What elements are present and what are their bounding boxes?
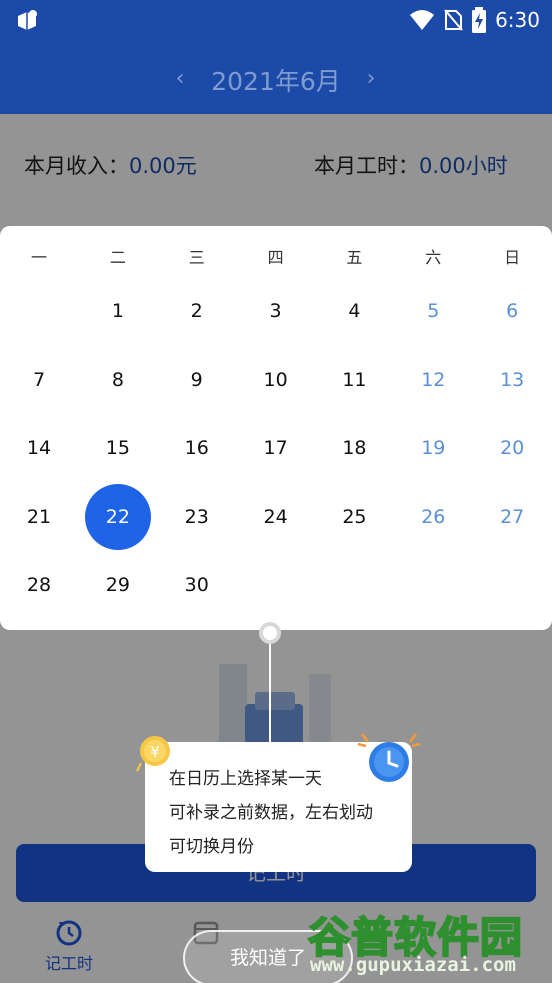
calendar-day-selected[interactable]: 22 [79, 502, 157, 532]
calendar-day[interactable]: 15 [79, 433, 157, 463]
calendar-day[interactable]: 3 [237, 296, 315, 326]
calendar-day[interactable]: 24 [237, 502, 315, 532]
calendar-day[interactable]: 7 [0, 365, 78, 395]
calendar-day[interactable]: 25 [315, 502, 393, 532]
svg-text:¥: ¥ [150, 743, 160, 761]
calendar-day[interactable]: 20 [473, 433, 551, 463]
system-icons: 6:30 [409, 6, 540, 34]
weekday-label: 二 [109, 248, 126, 267]
calendar-day[interactable]: 10 [237, 365, 315, 395]
calendar-day[interactable]: 6 [473, 296, 551, 326]
wifi-icon [410, 10, 435, 30]
weekday-label: 日 [504, 248, 521, 267]
weekday-label: 一 [30, 248, 47, 267]
calendar-day[interactable]: 14 [0, 433, 78, 463]
next-month-icon[interactable]: › [359, 66, 383, 91]
calendar-day[interactable]: 17 [237, 433, 315, 463]
calendar-day[interactable]: 1 [79, 296, 157, 326]
calendar-day[interactable]: 9 [158, 365, 236, 395]
watermark: 谷普软件园 www.gupuxiazai.com [300, 896, 552, 983]
calendar-day[interactable]: 5 [394, 296, 472, 326]
calendar-day[interactable]: 8 [79, 365, 157, 395]
calendar-day[interactable]: 13 [473, 365, 551, 395]
status-time: 6:30 [495, 8, 540, 32]
month-header: ‹ 2021年6月 › [0, 40, 552, 114]
calendar-day[interactable]: 18 [315, 433, 393, 463]
calendar-day[interactable]: 23 [158, 502, 236, 532]
calendar-day[interactable]: 19 [394, 433, 472, 463]
calendar-day[interactable]: 28 [0, 570, 78, 600]
calendar-day[interactable]: 21 [0, 502, 78, 532]
weekday-header: 一二三四五六日 [0, 244, 552, 268]
guide-connector-dot [259, 622, 281, 644]
calendar-day[interactable]: 30 [158, 570, 236, 600]
no-sim-icon [444, 9, 463, 31]
calendar-card: 一二三四五六日 1 2 3 4 5 6 7 8 9 10 11 12 13 14 15 16 17 18 19 20 2… [0, 226, 552, 630]
calendar-day[interactable]: 11 [315, 365, 393, 395]
calendar-day[interactable]: 12 [394, 365, 472, 395]
weekday-label: 六 [425, 248, 442, 267]
calendar-day[interactable]: 26 [394, 502, 472, 532]
tooltip-line-2: 可补录之前数据，左右划动 [169, 803, 373, 823]
alarm-clock-icon [357, 733, 421, 782]
calendar-day[interactable]: 2 [158, 296, 236, 326]
tooltip-line-1: 在日历上选择某一天 [169, 769, 322, 789]
weekday-label: 三 [188, 248, 205, 267]
calendar-day[interactable]: 27 [473, 502, 551, 532]
battery-charging-icon [472, 7, 487, 33]
watermark-url: www.gupuxiazai.com [310, 954, 516, 976]
calendar-day[interactable]: 16 [158, 433, 236, 463]
coin-icon: ¥ [136, 736, 170, 772]
weekday-label: 五 [346, 248, 363, 267]
month-title: 2021年6月 [211, 67, 341, 96]
status-bar: 6:30 [0, 0, 552, 40]
tooltip-line-3: 可切换月份 [169, 837, 254, 857]
calendar-day[interactable]: 29 [79, 570, 157, 600]
calendar-day[interactable]: 4 [315, 296, 393, 326]
guide-connector-line [269, 634, 271, 744]
weekday-label: 四 [267, 248, 284, 267]
app-notification-icon [18, 10, 37, 30]
